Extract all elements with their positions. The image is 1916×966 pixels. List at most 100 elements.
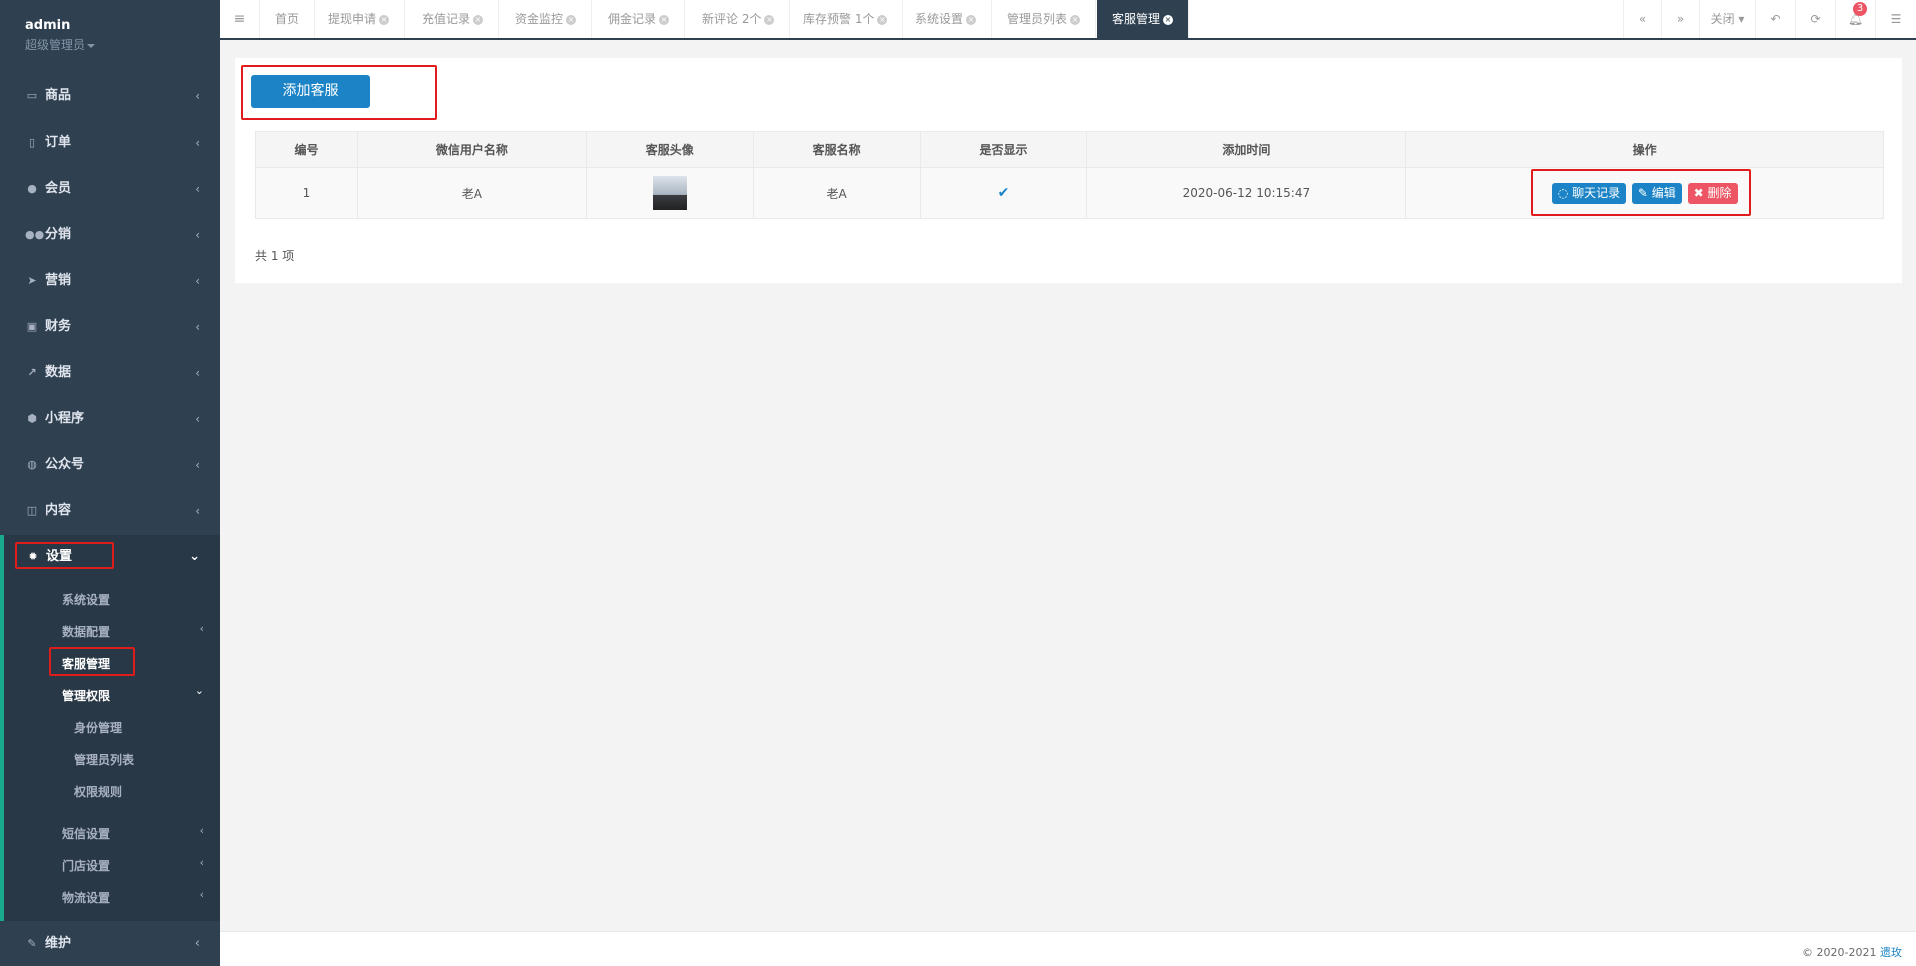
refresh-icon[interactable]: ⟳ — [1795, 0, 1835, 38]
sub-system-settings[interactable]: 系统设置 — [62, 591, 110, 608]
nav-label: 维护 — [45, 936, 72, 951]
sub-logistics-settings[interactable]: 物流设置 — [62, 889, 110, 906]
close-icon[interactable]: × — [966, 14, 977, 25]
wrench-icon: ✎ — [27, 937, 37, 950]
tab-label: 新评论 2个 — [702, 12, 762, 26]
chevron-left-icon: ‹ — [199, 622, 204, 635]
edit-label: 编辑 — [1651, 185, 1676, 200]
tab-label: 提现申请 — [328, 12, 377, 26]
chevron-left-icon: ‹ — [195, 182, 200, 196]
nav-marketing[interactable]: ➤ 营销 ‹ — [0, 258, 220, 304]
tab-label: 库存预警 1个 — [803, 12, 875, 26]
sub-store-settings[interactable]: 门店设置 — [62, 857, 110, 874]
tab-label: 客服管理 — [1112, 12, 1161, 26]
close-icon[interactable]: × — [1070, 14, 1081, 25]
customer-service-table: 编号 微信用户名称 客服头像 客服名称 是否显示 添加时间 操作 1 老A 老A… — [255, 131, 1884, 219]
nav-maintenance[interactable]: ✎ 维护 ‹ — [0, 922, 220, 966]
close-icon[interactable]: × — [764, 14, 775, 25]
total-count: 共 1 项 — [255, 249, 295, 263]
chevron-down-icon: ⌄ — [189, 549, 200, 564]
close-icon[interactable]: × — [659, 14, 670, 25]
settings-menu-icon[interactable]: ☰ — [1875, 0, 1916, 38]
sub-sms-settings[interactable]: 短信设置 — [62, 825, 110, 842]
nav-miniprogram[interactable]: ⬢ 小程序 ‹ — [0, 396, 220, 442]
tab-label: 首页 — [275, 12, 300, 26]
tab-new-comments[interactable]: 新评论 2个 × — [687, 0, 791, 38]
nav-label: 商品 — [45, 88, 72, 103]
tab-admin-list[interactable]: 管理员列表 × — [992, 0, 1097, 38]
col-visible[interactable]: 是否显示 — [919, 131, 1088, 168]
sub-customer-service[interactable]: 客服管理 — [62, 655, 110, 672]
close-tabs-label: 关闭 — [1710, 12, 1735, 26]
table-header: 编号 微信用户名称 客服头像 客服名称 是否显示 添加时间 操作 — [255, 131, 1884, 168]
col-id[interactable]: 编号 — [255, 131, 358, 168]
close-icon[interactable]: × — [379, 14, 390, 25]
col-wechat-name[interactable]: 微信用户名称 — [356, 131, 587, 168]
sub-data-config[interactable]: 数据配置 — [62, 623, 110, 640]
user-profile[interactable]: admin 超级管理员 — [0, 0, 220, 66]
line-chart-icon: ↗ — [27, 366, 37, 379]
nav-settings[interactable]: ✹ 设置 ⌄ — [0, 534, 220, 580]
nav-data[interactable]: ↗ 数据 ‹ — [0, 350, 220, 396]
tab-commission[interactable]: 佣金记录 × — [593, 0, 686, 38]
tab-home[interactable]: 首页 — [260, 0, 316, 38]
col-added-time[interactable]: 添加时间 — [1086, 131, 1407, 168]
chevron-left-icon: ‹ — [195, 89, 200, 103]
wechat-icon: ◍ — [27, 458, 37, 471]
nav-finance[interactable]: ▣ 财务 ‹ — [0, 304, 220, 350]
chevron-left-icon: ‹ — [195, 274, 200, 288]
back-icon[interactable]: ↶ — [1755, 0, 1795, 38]
avatar[interactable] — [652, 176, 687, 210]
tab-stock-warning[interactable]: 库存预警 1个 × — [788, 0, 904, 38]
footer-link[interactable]: 遗玫 — [1880, 946, 1902, 959]
tab-withdrawal[interactable]: 提现申请 × — [313, 0, 406, 38]
close-icon: ✖ — [1693, 185, 1708, 200]
cell-actions: ◌ 聊天记录 ✎ 编辑 ✖ 删除 — [1405, 167, 1884, 219]
chat-history-button[interactable]: ◌ 聊天记录 — [1551, 182, 1627, 204]
nav-label: 订单 — [45, 135, 72, 150]
tab-fund-monitor[interactable]: 资金监控 × — [500, 0, 593, 38]
cubes-icon: ⬢ — [27, 412, 37, 425]
cell-avatar — [585, 167, 754, 219]
nav-distribution[interactable]: ●●分销 ‹ — [0, 212, 220, 258]
delete-button[interactable]: ✖ 删除 — [1687, 182, 1738, 204]
nav-official-account[interactable]: ◍ 公众号 ‹ — [0, 442, 220, 488]
sub-permissions[interactable]: 管理权限 — [62, 687, 110, 704]
scroll-right-icon[interactable]: » — [1661, 0, 1699, 38]
nav-content[interactable]: ◫ 内容 ‹ — [0, 488, 220, 534]
nav-members[interactable]: ● 会员 ‹ — [0, 166, 220, 212]
col-actions: 操作 — [1405, 131, 1884, 168]
tab-customer-service[interactable]: 客服管理 × — [1097, 0, 1190, 38]
close-icon[interactable]: × — [1163, 14, 1174, 25]
bell-icon[interactable]: 🔔︎ 3 — [1835, 0, 1875, 38]
user-role-dropdown[interactable]: 超级管理员 — [25, 36, 220, 53]
tab-label: 系统设置 — [915, 12, 964, 26]
add-customer-service-button[interactable]: 添加客服 — [251, 75, 370, 108]
col-avatar[interactable]: 客服头像 — [585, 131, 754, 168]
chevron-left-icon: ‹ — [195, 412, 200, 426]
edit-icon: ✎ — [1637, 185, 1652, 200]
sub-admin-list[interactable]: 管理员列表 — [74, 751, 134, 768]
close-icon[interactable]: × — [877, 14, 888, 25]
sub-permission-rules[interactable]: 权限规则 — [74, 783, 122, 800]
hamburger-menu-icon[interactable]: ≡ — [220, 0, 260, 38]
tab-recharge[interactable]: 充值记录 × — [407, 0, 500, 38]
edit-button[interactable]: ✎ 编辑 — [1631, 182, 1682, 204]
sub-roles[interactable]: 身份管理 — [74, 719, 122, 736]
nav-goods[interactable]: ▭ 商品 ‹ — [0, 73, 220, 119]
caret-down-icon — [87, 43, 96, 48]
nav-label: 数据 — [45, 365, 72, 380]
tab-system-settings[interactable]: 系统设置 × — [900, 0, 993, 38]
chevron-left-icon: ‹ — [199, 856, 204, 869]
cell-id: 1 — [255, 167, 358, 219]
scroll-left-icon[interactable]: « — [1623, 0, 1661, 38]
col-name[interactable]: 客服名称 — [752, 131, 921, 168]
close-icon[interactable]: × — [566, 14, 577, 25]
chat-history-label: 聊天记录 — [1572, 185, 1621, 200]
cell-added-time: 2020-06-12 10:15:47 — [1086, 167, 1407, 219]
nav-orders[interactable]: ▯ 订单 ‹ — [0, 120, 220, 166]
chevron-left-icon: ‹ — [195, 228, 200, 242]
close-icon[interactable]: × — [473, 14, 484, 25]
chevron-left-icon: ‹ — [199, 888, 204, 901]
close-tabs-dropdown[interactable]: 关闭 ▾ — [1699, 0, 1755, 38]
